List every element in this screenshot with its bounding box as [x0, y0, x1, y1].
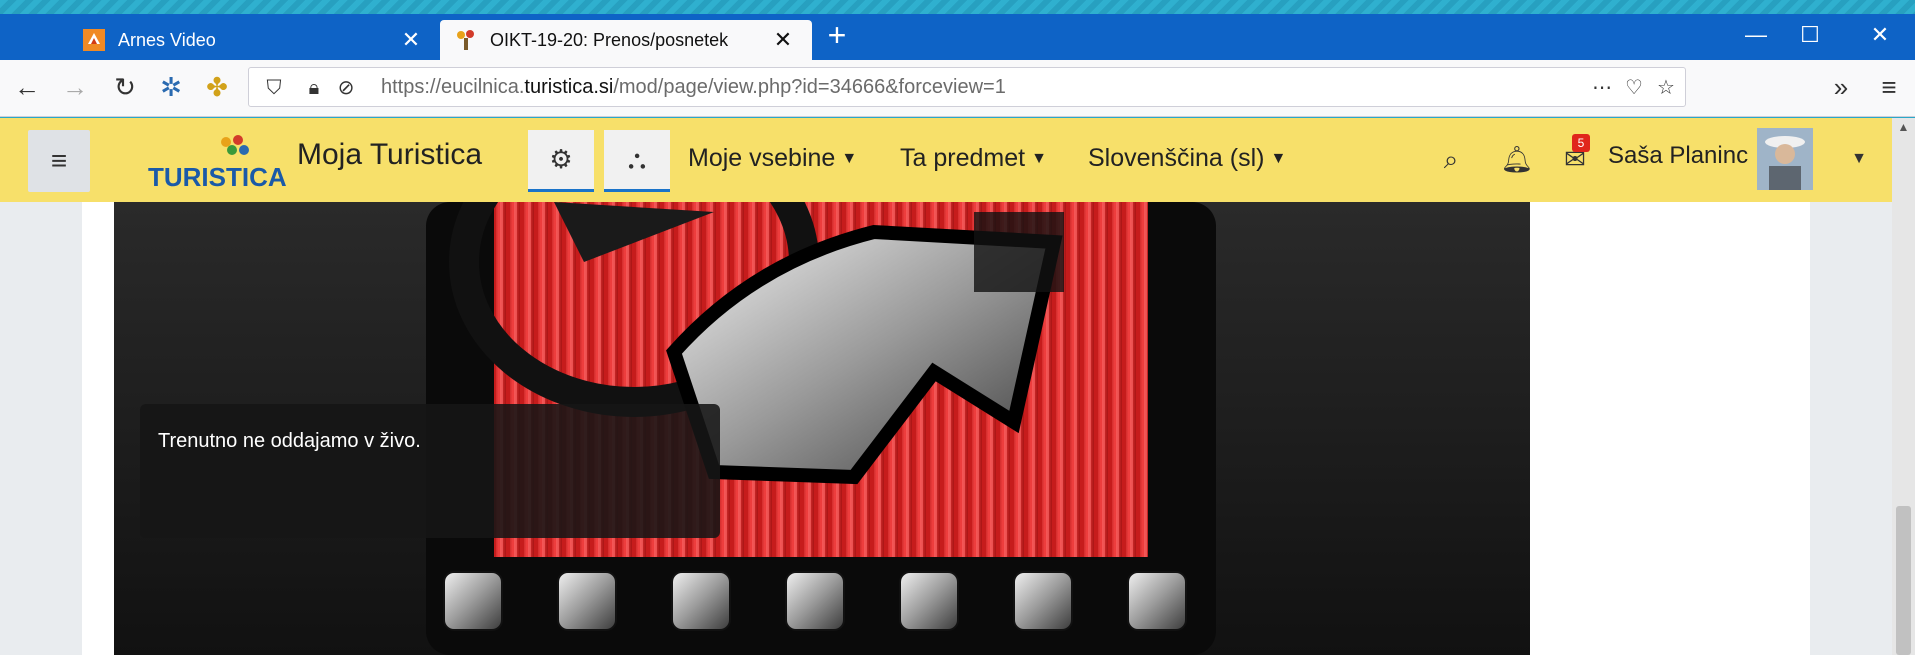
notification-count-badge: 5: [1572, 134, 1590, 152]
tab-bar: Arnes Video ✕ OIKT-19-20: Prenos/posnete…: [0, 14, 1915, 60]
tab-arnes-video[interactable]: Arnes Video ✕: [68, 20, 440, 60]
scrollbar-thumb[interactable]: [1896, 506, 1911, 655]
settings-cogs-button[interactable]: ⚙: [528, 130, 594, 192]
offline-status-panel: Trenutno ne oddajamo v živo.: [140, 404, 720, 538]
tracking-protection-shield-icon[interactable]: ⛉: [261, 75, 287, 101]
avatar[interactable]: [1757, 128, 1813, 190]
tab-close-icon[interactable]: ✕: [396, 27, 426, 53]
back-icon[interactable]: ←: [10, 70, 44, 104]
reload-icon[interactable]: ↻: [108, 70, 142, 104]
url-text[interactable]: https://eucilnica.turistica.si/mod/page/…: [381, 76, 1006, 99]
chevron-down-icon: ▼: [1270, 150, 1287, 168]
bell-icon[interactable]: 🔔︎: [1500, 142, 1534, 176]
page-actions-icon[interactable]: ⋯: [1589, 75, 1615, 101]
extension-gear-icon[interactable]: ✲: [154, 70, 188, 104]
address-bar[interactable]: ⛉ 🔒︎ ⊘ https://eucilnica.turistica.si/mo…: [248, 67, 1686, 107]
permissions-icon[interactable]: ⊘: [333, 75, 359, 101]
menu-language[interactable]: Slovenščina (sl) ▼: [1088, 144, 1286, 173]
minimize-icon[interactable]: —: [1736, 18, 1776, 52]
maximize-icon[interactable]: ☐: [1790, 18, 1830, 52]
new-tab-button[interactable]: +: [822, 19, 852, 51]
search-icon[interactable]: ⌕: [1434, 142, 1468, 176]
site-name[interactable]: Moja Turistica: [297, 138, 482, 172]
forward-icon[interactable]: →: [58, 70, 92, 104]
turistica-bookmark-icon[interactable]: ✤: [200, 70, 234, 104]
arnes-video-favicon-icon: [83, 29, 105, 51]
app-menu-icon[interactable]: ≡: [1872, 70, 1906, 104]
tab-close-icon[interactable]: ✕: [768, 27, 798, 53]
tab-label: Arnes Video: [118, 29, 216, 50]
turistica-favicon-icon: [457, 30, 474, 50]
tab-label: OIKT-19-20: Prenos/posnetek: [490, 29, 729, 50]
user-menu-chevron-icon[interactable]: ▼: [1842, 142, 1876, 176]
sitemap-button[interactable]: ⛬: [604, 130, 670, 192]
menu-moje-vsebine[interactable]: Moje vsebine ▼: [688, 144, 857, 173]
chevron-down-icon: ▼: [1031, 150, 1047, 168]
side-drawer-toggle-button[interactable]: ≡: [28, 130, 90, 192]
user-name[interactable]: Saša Planinc: [1608, 142, 1748, 170]
close-window-icon[interactable]: ✕: [1860, 18, 1900, 52]
vertical-scrollbar[interactable]: ▲: [1892, 118, 1915, 655]
window-top-strip: [0, 0, 1915, 14]
lock-icon[interactable]: 🔒︎: [301, 75, 327, 101]
offline-status-message: Trenutno ne oddajamo v živo.: [158, 430, 421, 452]
menu-ta-predmet[interactable]: Ta predmet ▼: [900, 144, 1047, 173]
user-photo: [1757, 128, 1813, 190]
turistica-logo[interactable]: TURISTICA: [146, 130, 286, 194]
pocket-icon[interactable]: ♡: [1621, 75, 1647, 101]
bookmark-star-icon[interactable]: ☆: [1653, 75, 1679, 101]
overflow-chevron-icon[interactable]: »: [1824, 70, 1858, 104]
scroll-up-icon[interactable]: ▲: [1892, 120, 1915, 134]
svg-text:TURISTICA: TURISTICA: [148, 162, 286, 192]
site-header: ≡ TURISTICA Moja Turistica ⚙ ⛬ Moje vseb…: [0, 118, 1892, 202]
chevron-down-icon: ▼: [841, 150, 858, 168]
navigation-toolbar: ← → ↻ ✲ ✤ ⛉ 🔒︎ ⊘ https://eucilnica.turis…: [0, 60, 1915, 117]
tab-oikt-prenos[interactable]: OIKT-19-20: Prenos/posnetek ✕: [440, 20, 812, 60]
